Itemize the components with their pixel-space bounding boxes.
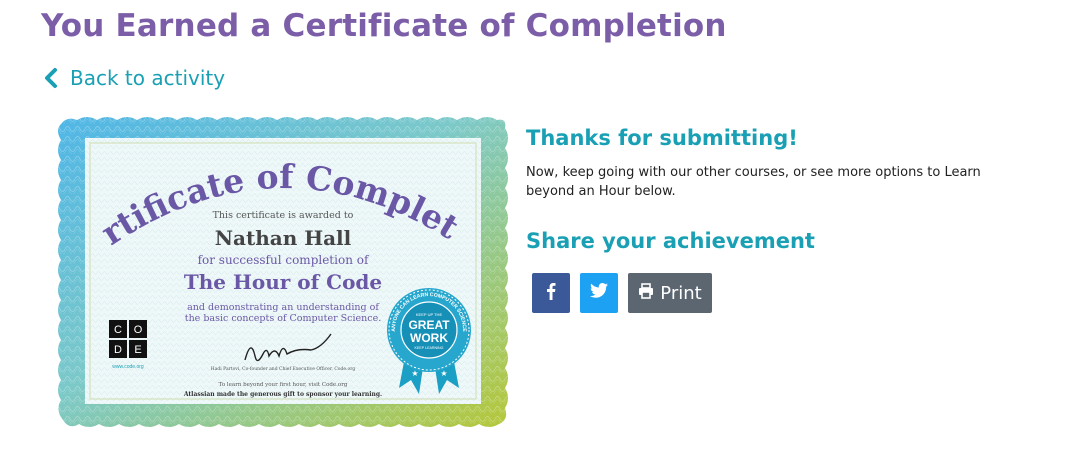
svg-text:GREAT: GREAT — [408, 318, 450, 332]
svg-text:WORK: WORK — [410, 331, 448, 345]
facebook-share-button[interactable] — [532, 273, 570, 313]
svg-text:O: O — [134, 324, 143, 336]
recipient-name: Nathan Hall — [215, 226, 352, 250]
print-button[interactable]: Print — [628, 273, 712, 313]
facebook-icon — [546, 282, 556, 305]
signatory-line: Hadi Partovi, Co-founder and Chief Execu… — [211, 366, 356, 372]
svg-text:KEEP LEARNING: KEEP LEARNING — [415, 346, 444, 350]
twitter-icon — [590, 283, 608, 303]
submission-panel: Thanks for submitting! Now, keep going w… — [526, 126, 996, 253]
description-line-1: and demonstrating an understanding of — [187, 302, 380, 313]
share-heading: Share your achievement — [526, 229, 815, 253]
share-buttons: Print — [532, 273, 712, 313]
svg-text:www.code.org: www.code.org — [112, 364, 144, 370]
back-link-label: Back to activity — [70, 66, 226, 90]
course-name: The Hour of Code — [184, 270, 382, 294]
svg-text:KEEP UP THE: KEEP UP THE — [416, 312, 443, 317]
printer-icon — [638, 282, 660, 304]
back-to-activity-link[interactable]: Back to activity — [42, 66, 225, 90]
chevron-left-icon — [42, 67, 60, 89]
twitter-share-button[interactable] — [580, 273, 618, 313]
certificate-image: Certificate of Completion This certifica… — [42, 83, 511, 430]
awarded-line: This certificate is awarded to — [213, 210, 354, 221]
svg-text:D: D — [114, 344, 122, 356]
svg-text:C: C — [114, 324, 122, 336]
thanks-heading: Thanks for submitting! — [526, 126, 798, 150]
svg-text:★: ★ — [440, 369, 447, 378]
next-steps-message: Now, keep going with our other courses, … — [526, 165, 981, 199]
description-line-2: the basic concepts of Computer Science. — [185, 313, 382, 324]
print-label: Print — [660, 282, 702, 304]
learn-more-line: To learn beyond your first hour, visit C… — [219, 382, 348, 388]
sponsor-line: Atlassian made the generous gift to spon… — [183, 391, 382, 398]
svg-text:E: E — [134, 344, 141, 356]
completion-line: for successful completion of — [198, 253, 370, 267]
page-title: You Earned a Certificate of Completion — [41, 8, 727, 44]
